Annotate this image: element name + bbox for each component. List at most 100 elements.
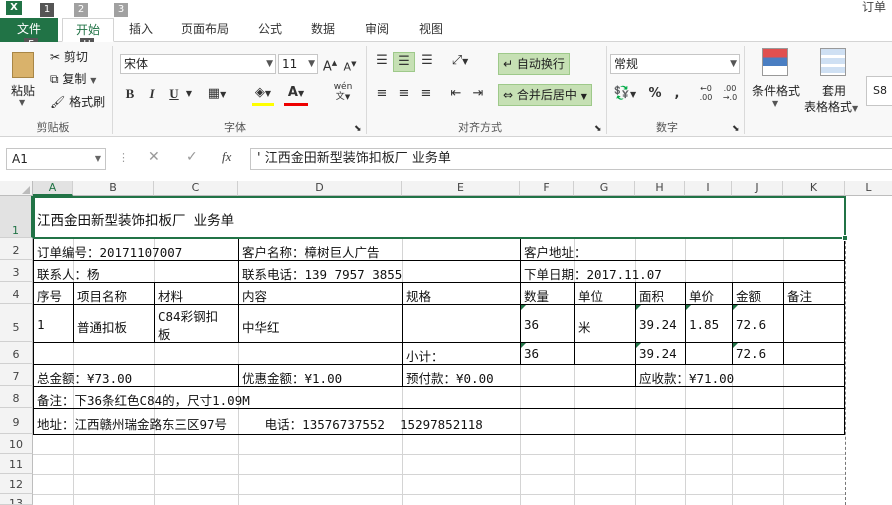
col-header-i[interactable]: I xyxy=(685,181,732,196)
wrap-text-button[interactable]: ↵ 自动换行 xyxy=(498,53,570,75)
grow-font-icon[interactable]: A▲ xyxy=(322,54,338,76)
underline-button[interactable]: U xyxy=(166,85,182,103)
cell-a1-title[interactable]: 江西金田新型装饰扣板厂 业务单 xyxy=(34,209,234,229)
cancel-icon[interactable]: ✕ xyxy=(148,149,160,165)
dialog-launcher-icon[interactable]: ⬊ xyxy=(594,120,602,138)
tab-insert[interactable]: 插入 xyxy=(118,18,164,42)
cell-h4-area[interactable]: 面积 xyxy=(636,286,664,305)
col-header-g[interactable]: G xyxy=(574,181,635,196)
cell-a5-seq[interactable]: 1 xyxy=(34,317,45,332)
excel-logo-icon[interactable]: X xyxy=(6,1,22,15)
col-header-a[interactable]: A xyxy=(33,181,73,196)
cell-d3-phone[interactable]: 联系电话：139 7957 3855 xyxy=(239,264,402,283)
col-header-b[interactable]: B xyxy=(73,181,154,196)
cell-a3-contact[interactable]: 联系人：杨 xyxy=(34,264,100,283)
comma-button[interactable]: , xyxy=(670,85,684,103)
cell-i4-price[interactable]: 单价 xyxy=(686,286,714,305)
tab-formulas[interactable]: 公式 xyxy=(246,18,294,42)
cell-f2-address[interactable]: 客户地址： xyxy=(521,242,587,261)
italic-button[interactable]: I xyxy=(144,85,160,103)
cell-a8-note[interactable]: 备注：下36条红色C84的，尺寸1.09M xyxy=(34,390,250,409)
row-header-12[interactable]: 12 xyxy=(0,474,33,494)
cell-c5-material-line1[interactable]: C84彩钢扣 xyxy=(155,306,218,325)
align-bottom-icon[interactable]: ☰ xyxy=(417,52,437,70)
align-left-icon[interactable]: ≡ xyxy=(372,85,392,103)
cell-a9-address[interactable]: 地址：江西赣州瑞金路东三区97号 电话：13576737552 15297852… xyxy=(34,414,483,433)
row-header-10[interactable]: 10 xyxy=(0,434,33,454)
row-header-5[interactable]: 5 xyxy=(0,304,33,342)
merge-center-button[interactable]: ⇔ 合并后居中 ▼ xyxy=(498,84,592,106)
col-header-d[interactable]: D xyxy=(238,181,402,196)
insert-function-icon[interactable]: fx xyxy=(222,149,231,165)
formula-input[interactable]: ' 江西金田新型装饰扣板厂 业务单 xyxy=(250,148,892,170)
increase-decimal-icon[interactable]: ←0.00 xyxy=(696,84,716,102)
cell-h5-area[interactable]: 39.24 xyxy=(636,317,677,332)
cell-e4-spec[interactable]: 规格 xyxy=(403,286,431,305)
row-header-13[interactable]: 13 xyxy=(0,494,33,505)
row-header-1[interactable]: 1 xyxy=(0,196,33,238)
row-header-3[interactable]: 3 xyxy=(0,260,33,282)
font-name-select[interactable]: 宋体 ▼ xyxy=(120,54,276,74)
cell-h6-area[interactable]: 39.24 xyxy=(636,346,677,361)
row-header-4[interactable]: 4 xyxy=(0,282,33,304)
align-top-icon[interactable]: ☰ xyxy=(372,52,392,70)
cell-d4-content[interactable]: 内容 xyxy=(239,286,267,305)
cell-i5-price[interactable]: 1.85 xyxy=(686,317,719,332)
cell-a2-order-no[interactable]: 订单编号：20171107007 xyxy=(34,242,182,261)
col-header-c[interactable]: C xyxy=(154,181,238,196)
cell-f3-date[interactable]: 下单日期：2017.11.07 xyxy=(521,264,662,283)
cut-button[interactable]: ✂ 剪切 xyxy=(50,48,88,65)
cell-j5-amount[interactable]: 72.6 xyxy=(733,317,766,332)
tab-data[interactable]: 数据 xyxy=(298,18,348,42)
cell-g4-unit[interactable]: 单位 xyxy=(575,286,603,305)
format-painter-button[interactable]: 🖌 格式刷 xyxy=(50,93,105,110)
row-header-8[interactable]: 8 xyxy=(0,386,33,408)
decrease-decimal-icon[interactable]: .00 →.0 xyxy=(720,84,740,102)
cell-j6-amount[interactable]: 72.6 xyxy=(733,346,766,361)
cell-c4-material[interactable]: 材料 xyxy=(155,286,183,305)
row-header-9[interactable]: 9 xyxy=(0,408,33,434)
tab-view[interactable]: 视图 xyxy=(406,18,456,42)
cell-f6-qty[interactable]: 36 xyxy=(521,346,539,361)
cell-styles-button[interactable]: S8 xyxy=(866,76,892,106)
conditional-formatting-button[interactable]: 条件格式 ▼ xyxy=(750,48,802,114)
row-header-6[interactable]: 6 xyxy=(0,342,33,364)
bold-button[interactable]: B xyxy=(122,85,138,103)
col-header-h[interactable]: H xyxy=(635,181,685,196)
cell-c5-material-line2[interactable]: 板 xyxy=(155,324,171,343)
col-header-e[interactable]: E xyxy=(402,181,520,196)
cell-h7-receivable[interactable]: 应收款：¥71.00 xyxy=(636,368,734,387)
shrink-font-icon[interactable]: A▼ xyxy=(342,55,358,77)
align-right-icon[interactable]: ≡ xyxy=(416,85,436,103)
col-header-l[interactable]: L xyxy=(845,181,892,196)
paste-button[interactable]: 粘贴 ▼ xyxy=(4,50,42,112)
col-header-f[interactable]: F xyxy=(520,181,574,196)
cell-d2-customer[interactable]: 客户名称：樟树巨人广告 xyxy=(239,242,380,261)
row-header-2[interactable]: 2 xyxy=(0,238,33,260)
dialog-launcher-icon[interactable]: ⬊ xyxy=(354,120,362,138)
cell-d7-discount[interactable]: 优惠金额：¥1.00 xyxy=(239,368,342,387)
font-size-select[interactable]: 11 ▼ xyxy=(278,54,318,74)
col-header-j[interactable]: J xyxy=(732,181,783,196)
fill-handle[interactable] xyxy=(842,235,848,241)
number-format-select[interactable]: 常规 ▼ xyxy=(610,54,740,74)
format-as-table-button[interactable]: 套用 表格格式▼ xyxy=(804,48,862,114)
cell-k4-note[interactable]: 备注 xyxy=(784,286,812,305)
percent-button[interactable]: % xyxy=(646,85,664,103)
increase-indent-icon[interactable]: ⇥ xyxy=(468,85,488,103)
cell-j4-amount[interactable]: 金额 xyxy=(733,286,761,305)
underline-dropdown-icon[interactable]: ▼ xyxy=(184,85,194,103)
dialog-launcher-icon[interactable]: ⬊ xyxy=(732,120,740,138)
currency-icon[interactable]: 💱▼ xyxy=(612,85,638,104)
cell-f4-qty[interactable]: 数量 xyxy=(521,286,549,305)
cell-b4-item[interactable]: 项目名称 xyxy=(74,286,127,305)
row-header-11[interactable]: 11 xyxy=(0,454,33,474)
cell-g5-unit[interactable]: 米 xyxy=(575,317,591,336)
font-color-icon[interactable]: A▼ xyxy=(284,84,308,106)
decrease-indent-icon[interactable]: ⇤ xyxy=(446,85,466,103)
border-icon[interactable]: ▦▼ xyxy=(206,85,228,104)
cell-a4-seq[interactable]: 序号 xyxy=(34,286,62,305)
align-center-icon[interactable]: ≡ xyxy=(394,85,414,103)
phonetic-icon[interactable]: wén 文▼ xyxy=(328,82,358,102)
cell-a7-total[interactable]: 总金额：¥73.00 xyxy=(34,368,132,387)
